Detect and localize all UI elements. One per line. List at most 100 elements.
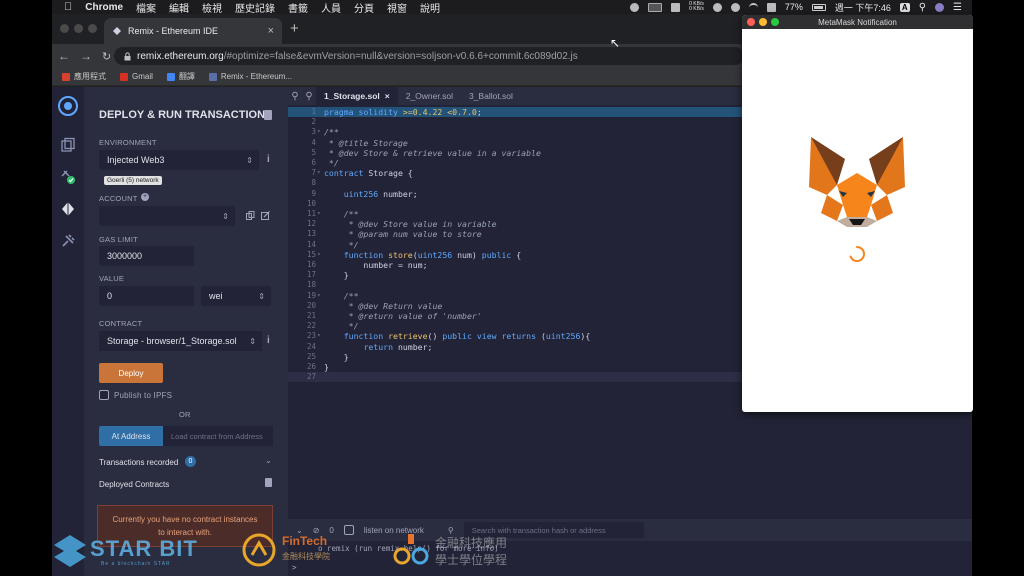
contract-select[interactable]: Storage - browser/1_Storage.sol ⇕ <box>99 331 262 351</box>
fold-arrow-icon[interactable]: ▾ <box>317 127 321 137</box>
back-arrow-icon[interactable]: ← <box>58 49 70 63</box>
fold-arrow-icon[interactable]: ▾ <box>317 250 321 260</box>
apple-menu-icon[interactable]:  <box>64 1 72 13</box>
clock[interactable]: 週一 下午7:46 <box>835 1 891 14</box>
fold-arrow-icon[interactable]: ▾ <box>317 209 321 219</box>
select-arrows-icon: ⇕ <box>222 211 229 221</box>
environment-info-icon[interactable]: i <box>267 154 270 165</box>
chevron-down-icon[interactable]: ⌄ <box>265 456 272 465</box>
line-number: 14 <box>306 239 316 249</box>
record-icon[interactable] <box>630 2 640 12</box>
line-number: 11 <box>306 209 316 218</box>
new-tab-icon[interactable]: + <box>290 20 299 37</box>
url-host: remix.ethereum.org <box>137 50 224 62</box>
value-unit-select[interactable]: wei ⇕ <box>201 286 271 306</box>
trash-icon[interactable] <box>265 478 272 487</box>
window-minimize-button[interactable] <box>74 24 83 33</box>
notification-center-icon[interactable]: ☰ <box>953 2 962 13</box>
volume-icon[interactable] <box>766 2 776 12</box>
menu-edit[interactable]: 編輯 <box>169 0 189 15</box>
remix-icon <box>208 72 217 81</box>
deploy-button[interactable]: Deploy <box>99 363 163 383</box>
dropbox-icon[interactable] <box>671 2 681 12</box>
account-label: ACCOUNT <box>99 194 138 203</box>
battery-icon[interactable] <box>811 3 826 11</box>
window-close-button[interactable] <box>60 24 69 33</box>
menu-tab[interactable]: 分頁 <box>354 0 374 15</box>
code-text: uint256 number; <box>343 188 418 199</box>
menu-bookmarks[interactable]: 書籤 <box>288 0 308 15</box>
window-close-button[interactable] <box>747 18 755 26</box>
close-icon[interactable]: × <box>385 91 390 101</box>
tab-2-owner[interactable]: 2_Owner.sol <box>398 87 461 105</box>
time-machine-icon[interactable] <box>730 2 740 12</box>
code-text: function retrieve() public view returns … <box>343 331 591 342</box>
tab-3-ballot[interactable]: 3_Ballot.sol <box>461 87 521 105</box>
environment-label: ENVIRONMENT <box>99 138 157 147</box>
line-number: 2 <box>311 117 316 127</box>
line-number: 15 <box>306 249 316 259</box>
reload-icon[interactable]: ↻ <box>102 50 111 63</box>
menu-file[interactable]: 檔案 <box>136 0 156 15</box>
menu-view[interactable]: 檢視 <box>202 0 222 15</box>
remix-favicon-icon <box>113 27 121 35</box>
metamask-fox-icon <box>809 137 905 227</box>
screen-icon[interactable] <box>648 2 663 12</box>
add-account-icon[interactable]: + <box>141 193 149 201</box>
fold-arrow-icon[interactable]: ▾ <box>317 168 321 178</box>
address-bar[interactable]: remix.ethereum.org/#optimize=false&evmVe… <box>114 47 744 65</box>
menu-history[interactable]: 歷史記錄 <box>235 0 275 15</box>
input-method-indicator[interactable]: A <box>899 2 910 12</box>
wifi-icon[interactable] <box>748 2 758 12</box>
menu-people[interactable]: 人員 <box>321 0 341 15</box>
spotlight-search-icon[interactable]: ⚲ <box>919 2 926 13</box>
deploy-run-icon[interactable] <box>60 201 76 217</box>
tab-1-storage[interactable]: 1_Storage.sol × <box>316 87 398 105</box>
docs-icon[interactable] <box>264 110 272 120</box>
file-explorer-icon[interactable] <box>60 137 76 153</box>
menu-help[interactable]: 說明 <box>420 0 440 15</box>
fold-arrow-icon[interactable]: ▾ <box>317 291 321 301</box>
bookmark-remix[interactable]: Remix - Ethereum... <box>208 72 292 81</box>
gas-limit-input[interactable]: 3000000 <box>99 246 194 266</box>
tab-close-icon[interactable]: × <box>268 25 274 37</box>
window-zoom-button[interactable] <box>771 18 779 26</box>
code-text: /** <box>324 290 359 301</box>
value-unit: wei <box>209 291 223 301</box>
value-input[interactable]: 0 <box>99 286 194 306</box>
line-number: 18 <box>306 280 316 290</box>
window-zoom-button[interactable] <box>88 24 97 33</box>
bookmark-translate[interactable]: 翻譯 <box>166 71 195 82</box>
copy-icon[interactable] <box>246 211 255 220</box>
zoom-in-icon[interactable]: ⚲ <box>302 91 316 102</box>
environment-select[interactable]: Injected Web3 ⇕ <box>99 150 259 170</box>
compiler-icon[interactable] <box>60 169 76 185</box>
plugin-manager-icon[interactable] <box>60 233 76 249</box>
window-minimize-button[interactable] <box>759 18 767 26</box>
remix-logo-icon[interactable] <box>57 95 79 117</box>
publish-ipfs-checkbox[interactable] <box>99 390 109 400</box>
code-text: * @return value of 'number' <box>324 311 482 321</box>
siri-icon[interactable] <box>935 2 945 12</box>
contract-label: CONTRACT <box>99 319 143 328</box>
bookmark-gmail[interactable]: Gmail <box>120 72 153 81</box>
browser-tab-remix[interactable]: Remix - Ethereum IDE × <box>104 18 282 44</box>
menu-app-name[interactable]: Chrome <box>85 2 123 13</box>
transactions-recorded-label[interactable]: Transactions recorded <box>99 458 178 467</box>
globe-icon[interactable] <box>712 2 722 12</box>
menu-window[interactable]: 視窗 <box>387 0 407 15</box>
terminal-output[interactable]: o remix (run remix.help() for more info)… <box>288 541 972 576</box>
bookmark-apps[interactable]: 應用程式 <box>62 71 106 82</box>
listen-network-checkbox[interactable] <box>343 525 354 535</box>
fold-arrow-icon[interactable]: ▾ <box>317 331 321 341</box>
contract-info-icon[interactable]: i <box>267 335 270 346</box>
forward-arrow-icon[interactable]: → <box>80 49 92 63</box>
lock-icon[interactable] <box>124 51 131 61</box>
line-number: 3 <box>311 127 316 137</box>
edit-icon[interactable] <box>261 211 270 220</box>
zoom-out-icon[interactable]: ⚲ <box>288 91 302 102</box>
loading-spinner-icon <box>849 245 866 262</box>
at-address-button[interactable]: At Address <box>99 426 163 446</box>
load-address-input[interactable]: Load contract from Address <box>163 426 273 446</box>
account-select[interactable]: ⇕ <box>99 206 235 226</box>
